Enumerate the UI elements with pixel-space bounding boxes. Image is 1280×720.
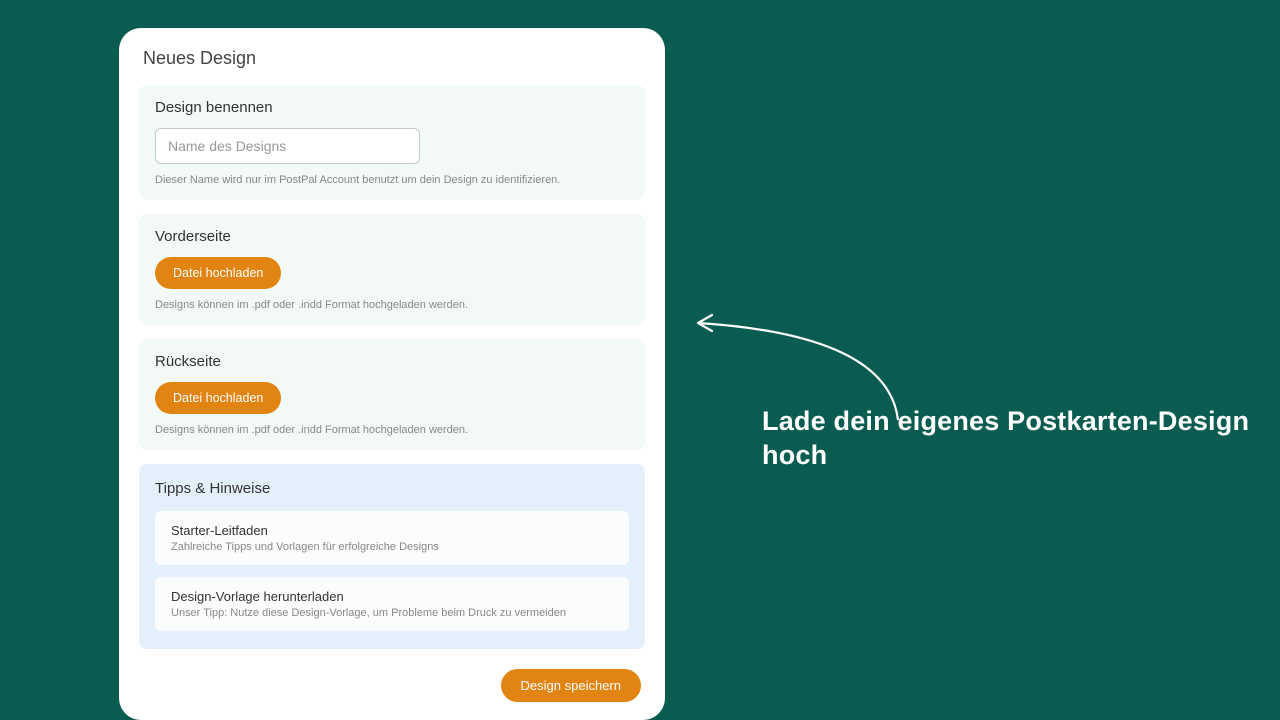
- tips-title: Tipps & Hinweise: [155, 480, 629, 497]
- tip-title: Starter-Leitfaden: [171, 523, 613, 538]
- front-hint: Designs können im .pdf oder .indd Format…: [155, 299, 629, 311]
- tips-section: Tipps & Hinweise Starter-Leitfaden Zahlr…: [139, 464, 645, 649]
- save-design-button[interactable]: Design speichern: [501, 669, 641, 702]
- back-section: Rückseite Datei hochladen Designs können…: [139, 339, 645, 450]
- back-upload-button[interactable]: Datei hochladen: [155, 382, 281, 414]
- design-name-input[interactable]: [155, 128, 420, 164]
- tip-starter-guide[interactable]: Starter-Leitfaden Zahlreiche Tipps und V…: [155, 511, 629, 565]
- design-upload-card: Neues Design Design benennen Dieser Name…: [119, 28, 665, 720]
- footer-row: Design speichern: [139, 669, 645, 702]
- tip-desc: Zahlreiche Tipps und Vorlagen für erfolg…: [171, 541, 613, 553]
- tip-desc: Unser Tipp: Nutze diese Design-Vorlage, …: [171, 607, 613, 619]
- front-section-title: Vorderseite: [155, 228, 629, 245]
- name-section: Design benennen Dieser Name wird nur im …: [139, 85, 645, 200]
- name-hint: Dieser Name wird nur im PostPal Account …: [155, 174, 629, 186]
- front-upload-button[interactable]: Datei hochladen: [155, 257, 281, 289]
- annotation-text: Lade dein eigenes Postkarten-Design hoch: [762, 405, 1280, 473]
- back-hint: Designs können im .pdf oder .indd Format…: [155, 424, 629, 436]
- front-section: Vorderseite Datei hochladen Designs könn…: [139, 214, 645, 325]
- tip-download-template[interactable]: Design-Vorlage herunterladen Unser Tipp:…: [155, 577, 629, 631]
- back-section-title: Rückseite: [155, 353, 629, 370]
- name-section-title: Design benennen: [155, 99, 629, 116]
- page-title: Neues Design: [139, 48, 645, 69]
- tip-title: Design-Vorlage herunterladen: [171, 589, 613, 604]
